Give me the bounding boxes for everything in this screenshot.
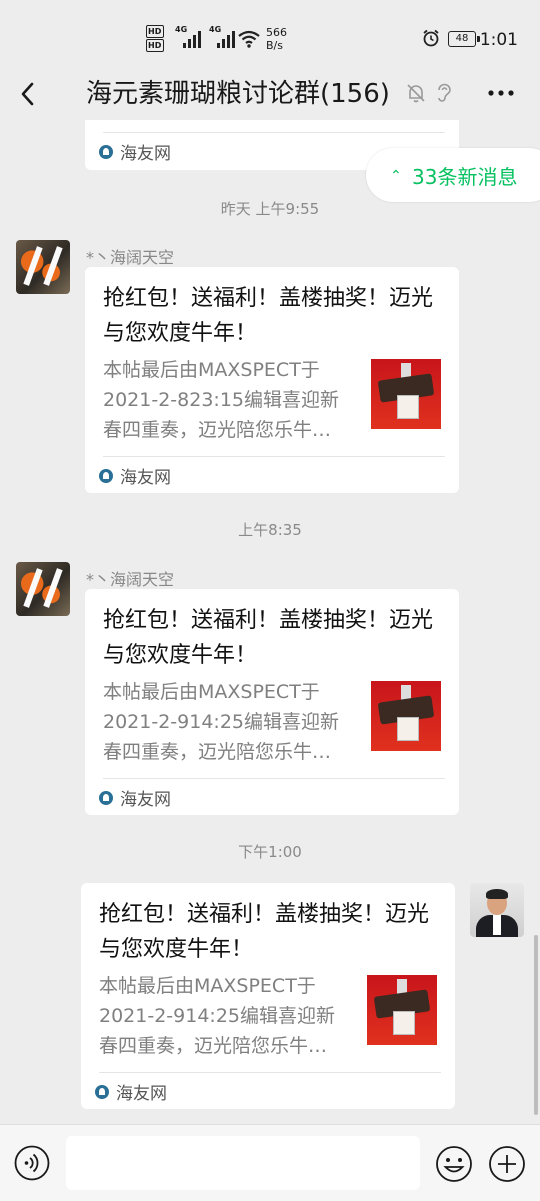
avatar[interactable]: [16, 240, 70, 294]
source-logo-icon: [99, 468, 113, 483]
card-divider: [99, 1072, 441, 1073]
chat-header: 海元素珊瑚粮讨论群(156): [0, 70, 540, 120]
card-description: 本帖最后由MAXSPECT于2021-2-914:25编辑喜迎新春四重奏，迈光陪…: [99, 975, 335, 1057]
card-divider: [103, 132, 445, 133]
timestamp: 上午8:35: [238, 521, 302, 539]
wifi-icon: [238, 30, 260, 48]
mute-bell-icon: [407, 84, 425, 103]
card-description: 本帖最后由MAXSPECT于2021-2-914:25编辑喜迎新春四重奏，迈光陪…: [103, 681, 339, 763]
alarm-icon: [423, 29, 439, 47]
card-source-label: 海友网: [116, 1084, 167, 1104]
card-thumbnail: [371, 359, 441, 429]
hd-badge-1: HD: [146, 25, 164, 38]
scrollbar[interactable]: [534, 935, 538, 1115]
message-input[interactable]: [66, 1136, 420, 1190]
more-options-icon[interactable]: [486, 80, 516, 106]
card-source-label: 海友网: [120, 468, 171, 488]
voice-input-icon[interactable]: [14, 1145, 50, 1181]
source-logo-icon: [99, 144, 113, 159]
link-card[interactable]: 抢红包！送福利！盖楼抽奖！迈光与您欢度牛年！ 本帖最后由MAXSPECT于202…: [85, 589, 459, 815]
link-card[interactable]: 抢红包！送福利！盖楼抽奖！迈光与您欢度牛年！ 本帖最后由MAXSPECT于202…: [85, 267, 459, 493]
chat-message-list[interactable]: 海友网 昨天 上午9:55 *丶海阔天空 抢红包！送福利！盖楼抽奖！迈光与您欢度…: [0, 120, 540, 1124]
card-title: 抢红包！送福利！盖楼抽奖！迈光与您欢度牛年！: [103, 608, 434, 668]
card-source-label: 海友网: [120, 790, 171, 810]
earpiece-icon: [438, 83, 451, 102]
clock: 1:01: [479, 30, 518, 50]
plus-icon[interactable]: [488, 1145, 526, 1183]
card-title: 抢红包！送福利！盖楼抽奖！迈光与您欢度牛年！: [99, 902, 430, 962]
card-source: 海友网: [99, 785, 171, 810]
new-messages-button[interactable]: ⌃ 33条新消息: [366, 148, 540, 202]
sender-name: *丶海阔天空: [86, 570, 175, 589]
network-speed-value: 566: [266, 26, 287, 39]
back-arrow-icon[interactable]: [16, 78, 48, 110]
new-messages-label: 33条新消息: [412, 165, 518, 189]
card-thumbnail: [367, 975, 437, 1045]
network-speed-unit: B/s: [266, 39, 283, 52]
input-bar: [0, 1124, 540, 1201]
signal-icon: 4G: [175, 25, 201, 48]
network-type-2: 4G: [209, 25, 222, 34]
source-logo-icon: [95, 1084, 109, 1099]
emoji-icon[interactable]: [435, 1145, 473, 1183]
link-card[interactable]: 抢红包！送福利！盖楼抽奖！迈光与您欢度牛年！ 本帖最后由MAXSPECT于202…: [81, 883, 455, 1109]
card-source: 海友网: [95, 1079, 167, 1104]
chat-title: 海元素珊瑚粮讨论群(156): [86, 79, 390, 109]
avatar[interactable]: [16, 562, 70, 616]
card-divider: [103, 456, 445, 457]
card-description: 本帖最后由MAXSPECT于2021-2-823:15编辑喜迎新春四重奏，迈光陪…: [103, 359, 339, 441]
double-up-arrow-icon: ⌃: [390, 168, 402, 184]
card-thumbnail: [371, 681, 441, 751]
card-source-label: 海友网: [120, 144, 171, 164]
battery-icon: 48: [448, 31, 480, 47]
card-divider: [103, 778, 445, 779]
card-source: 海友网: [99, 463, 171, 488]
my-avatar[interactable]: [470, 883, 524, 937]
status-bar: HD HD 4G 4G 566 B/s 48 1:01: [0, 0, 540, 70]
card-source: 海友网: [99, 139, 171, 164]
signal-icon-2: 4G: [209, 25, 235, 48]
hd-badge-2: HD: [146, 39, 164, 52]
network-type-1: 4G: [175, 25, 188, 34]
timestamp: 下午1:00: [238, 843, 302, 861]
network-speed: 566 B/s: [266, 26, 287, 52]
sender-name: *丶海阔天空: [86, 248, 175, 267]
hd-indicator: HD HD: [146, 25, 164, 53]
card-title: 抢红包！送福利！盖楼抽奖！迈光与您欢度牛年！: [103, 286, 434, 346]
source-logo-icon: [99, 790, 113, 805]
